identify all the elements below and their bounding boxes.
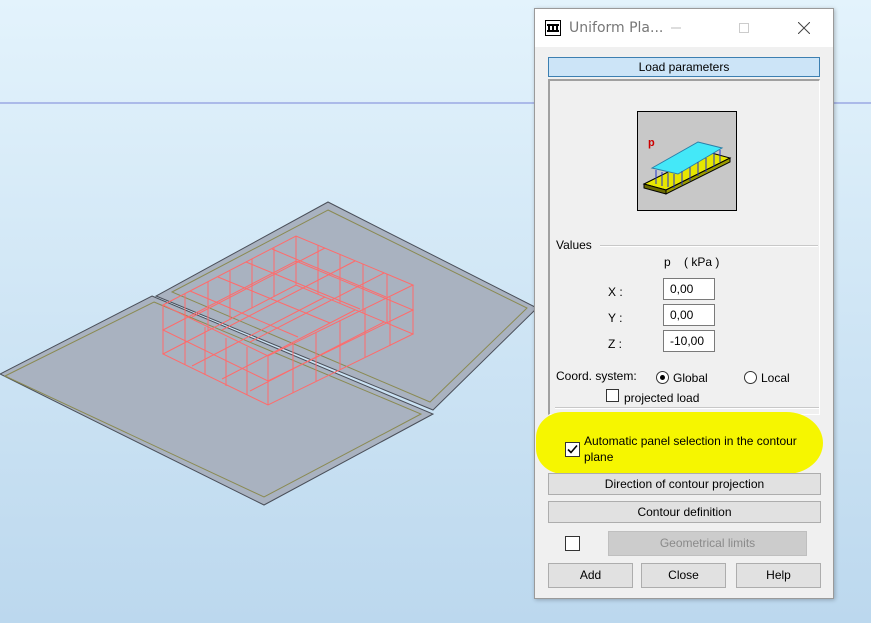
close-icon xyxy=(798,22,810,34)
p-kpa-column-header: p ( kPa ) xyxy=(664,255,720,269)
z-label: Z : xyxy=(608,337,622,351)
load-parameters-panel: p Values p ( kPa ) X : 0,00 Y : 0,00 Z :… xyxy=(548,79,820,415)
close-window-button[interactable] xyxy=(781,9,827,47)
title-bar[interactable]: Uniform Pla... xyxy=(535,9,833,47)
auto-panel-selection-checkbox[interactable] xyxy=(565,442,580,457)
projected-load-label: projected load xyxy=(624,391,700,405)
maximize-button[interactable] xyxy=(721,9,767,47)
x-label: X : xyxy=(608,285,623,299)
y-label: Y : xyxy=(608,311,623,325)
coord-system-label: Coord. system: xyxy=(556,369,637,383)
uniform-planar-load-dialog: Uniform Pla... Load parameters p Values … xyxy=(534,8,834,599)
values-heading: Values xyxy=(556,238,592,252)
close-button[interactable]: Close xyxy=(641,563,726,588)
local-label: Local xyxy=(761,371,790,385)
add-button[interactable]: Add xyxy=(548,563,633,588)
load-parameters-button[interactable]: Load parameters xyxy=(548,57,820,77)
auto-panel-selection-label-line1: Automatic panel selection in the contour xyxy=(584,434,797,448)
global-label: Global xyxy=(673,371,708,385)
app-icon xyxy=(545,20,561,36)
uniform-load-illustration: p xyxy=(637,111,737,211)
minimize-icon xyxy=(671,27,681,29)
group-bottom-separator xyxy=(555,407,819,409)
auto-panel-selection-label-line2: plane xyxy=(584,450,614,464)
contour-definition-button[interactable]: Contour definition xyxy=(548,501,821,523)
load-symbol-label: p xyxy=(648,137,655,149)
projected-load-checkbox[interactable] xyxy=(606,389,619,402)
geometrical-limits-button[interactable]: Geometrical limits xyxy=(608,531,807,556)
radio-selected-dot xyxy=(660,375,665,380)
local-radio[interactable] xyxy=(744,371,757,384)
global-radio[interactable] xyxy=(656,371,669,384)
help-button[interactable]: Help xyxy=(736,563,821,588)
dialog-title: Uniform Pla... xyxy=(569,20,664,36)
values-separator xyxy=(600,245,818,247)
x-value-input[interactable]: 0,00 xyxy=(663,278,715,300)
checkmark-icon xyxy=(567,444,578,454)
uniform-load-icon: p xyxy=(642,137,732,195)
z-value-input[interactable]: -10,00 xyxy=(663,330,715,352)
minimize-button[interactable] xyxy=(653,9,699,47)
direction-of-contour-projection-button[interactable]: Direction of contour projection xyxy=(548,473,821,495)
maximize-icon xyxy=(739,23,749,33)
y-value-input[interactable]: 0,00 xyxy=(663,304,715,326)
geometrical-limits-checkbox[interactable] xyxy=(565,536,580,551)
